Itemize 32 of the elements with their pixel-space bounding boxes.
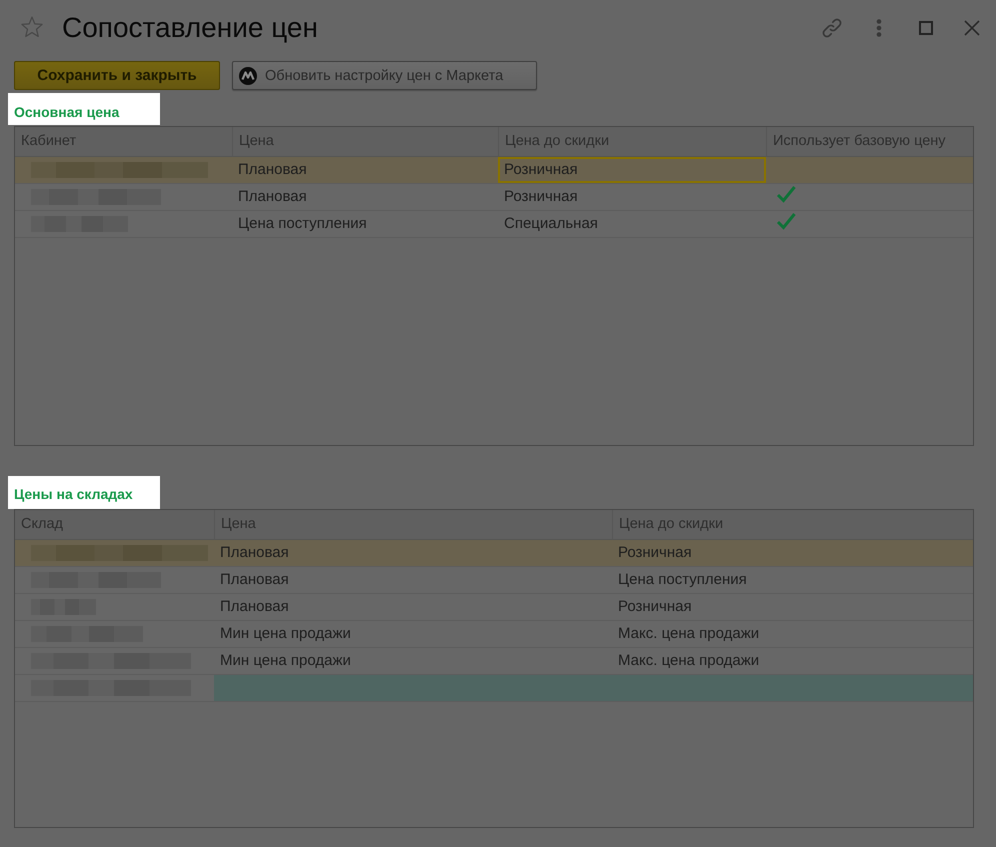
table-cell-text: Плановая [219,597,290,617]
circle-logo-icon [239,66,257,84]
table-row[interactable]: Цена поступления Специальная [15,211,973,238]
table-cell-text: Цена поступления [617,570,748,590]
table-cell-text: Розничная [617,543,693,563]
window-title: Сопоставление цен [62,12,318,44]
table-cell-text: Плановая [237,160,308,180]
table-cell-text: Плановая [219,543,290,563]
table-cell-text: Плановая [219,570,290,590]
table-cell-text: Мин цена продажи [219,624,352,644]
table-cell-text: Цена поступления [237,214,368,234]
table-row[interactable]: Плановая Розничная [15,157,973,184]
table-cell-text: Розничная [617,597,693,617]
more-options-icon[interactable] [876,18,882,36]
maximize-icon[interactable] [919,20,933,34]
table-row[interactable] [15,675,973,702]
table-cell-text: Мин цена продажи [219,651,352,671]
table-row[interactable]: Плановая Розничная [15,184,973,211]
close-icon[interactable] [964,20,980,36]
star-icon[interactable] [20,16,44,39]
table-row[interactable]: Плановая Розничная [15,540,973,567]
table-cell-text: Плановая [237,187,308,207]
table-cell: Розничная [498,157,766,183]
section-title: Цены на складах [8,476,160,509]
save-and-close-button[interactable]: Сохранить и закрыть [14,61,220,90]
table-cell-text: Макс. цена продажи [617,624,760,644]
table-cell-text: Макс. цена продажи [617,651,760,671]
link-icon[interactable] [820,16,844,40]
section-title: Основная цена [8,93,160,125]
table-cell-text: Розничная [503,187,579,207]
update-prices-button[interactable]: Обновить настройку цен с Маркета [232,61,537,90]
table-cell-text: Специальная [503,214,599,234]
